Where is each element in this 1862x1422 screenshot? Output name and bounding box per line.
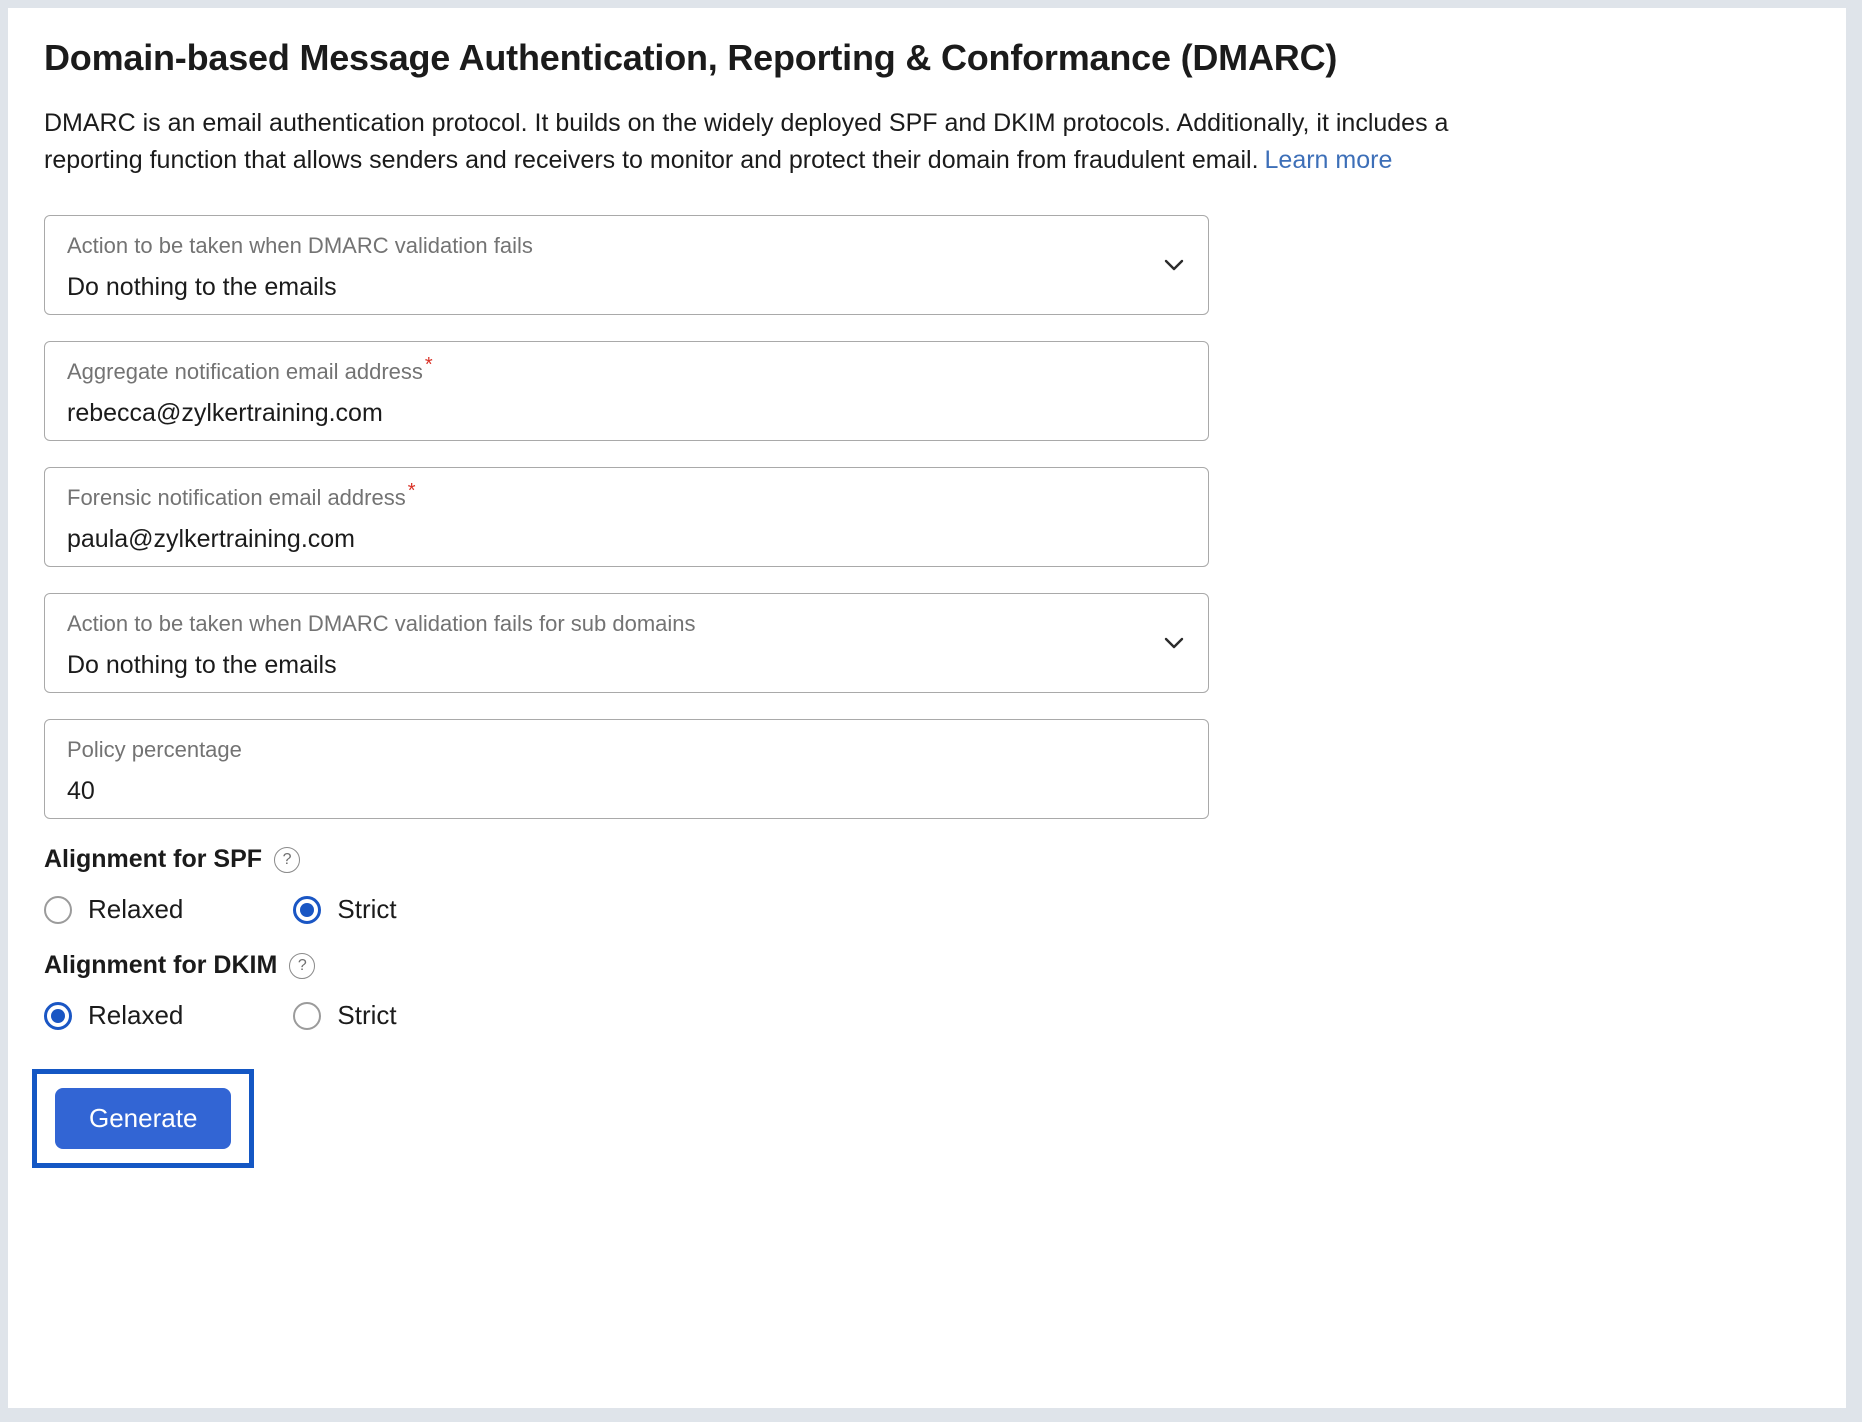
dmarc-fail-action-value: Do nothing to the emails — [67, 273, 337, 302]
dmarc-fail-action-label: Action to be taken when DMARC validation… — [67, 233, 533, 259]
alignment-spf-title: Alignment for SPF ? — [44, 845, 1804, 874]
required-asterisk: * — [407, 479, 416, 502]
policy-percentage-field[interactable]: Policy percentage 40 — [44, 719, 1209, 820]
dmarc-form: Action to be taken when DMARC validation… — [44, 215, 1209, 820]
alignment-dkim-title-text: Alignment for DKIM — [44, 951, 278, 980]
settings-panel: Domain-based Message Authentication, Rep… — [8, 8, 1846, 1408]
aggregate-email-value[interactable]: rebecca@zylkertraining.com — [67, 400, 1130, 428]
alignment-spf-option-relaxed[interactable]: Relaxed — [44, 894, 183, 925]
policy-percentage-value[interactable]: 40 — [67, 778, 1130, 806]
alignment-dkim-option-relaxed-label: Relaxed — [88, 1000, 184, 1031]
page-description: DMARC is an email authentication protoco… — [44, 105, 1524, 179]
chevron-down-icon[interactable] — [1164, 255, 1184, 275]
generate-button-highlight: Generate — [32, 1069, 255, 1168]
dmarc-settings-content: Domain-based Message Authentication, Rep… — [32, 36, 1804, 1168]
aggregate-email-field[interactable]: Aggregate notification email address * re… — [44, 341, 1209, 442]
forensic-email-label-text: Forensic notification email address — [67, 485, 406, 511]
page-description-text: DMARC is an email authentication protoco… — [44, 109, 1449, 175]
dmarc-fail-action-select[interactable]: Action to be taken when DMARC validation… — [44, 215, 1209, 316]
alignment-spf-title-text: Alignment for SPF — [44, 845, 263, 874]
forensic-email-label: Forensic notification email address * — [67, 481, 1186, 511]
forensic-email-field[interactable]: Forensic notification email address * pau… — [44, 467, 1209, 568]
alignment-dkim-option-strict[interactable]: Strict — [293, 1000, 397, 1031]
alignment-dkim-options: Relaxed Strict — [44, 1000, 1804, 1031]
radio-icon-selected[interactable] — [293, 895, 322, 924]
chevron-down-icon[interactable] — [1164, 633, 1184, 653]
learn-more-link[interactable]: Learn more — [1265, 146, 1393, 174]
alignment-spf-option-relaxed-label: Relaxed — [88, 894, 184, 925]
subdomain-fail-action-value: Do nothing to the emails — [67, 651, 337, 680]
subdomain-fail-action-select[interactable]: Action to be taken when DMARC validation… — [44, 593, 1209, 694]
forensic-email-value[interactable]: paula@zylkertraining.com — [67, 526, 1130, 554]
alignment-spf-options: Relaxed Strict — [44, 894, 1804, 925]
alignment-spf-option-strict-label: Strict — [337, 894, 397, 925]
required-asterisk: * — [424, 353, 433, 376]
alignment-spf-option-strict[interactable]: Strict — [293, 894, 397, 925]
generate-button[interactable]: Generate — [55, 1088, 232, 1149]
alignment-dkim-option-relaxed[interactable]: Relaxed — [44, 1000, 183, 1031]
radio-icon-selected[interactable] — [44, 1001, 72, 1030]
policy-percentage-label: Policy percentage — [67, 737, 242, 763]
help-icon[interactable]: ? — [289, 952, 316, 979]
subdomain-fail-action-label: Action to be taken when DMARC validation… — [67, 611, 696, 637]
alignment-spf-group: Alignment for SPF ? Relaxed Strict — [44, 845, 1804, 925]
radio-icon[interactable] — [293, 1001, 322, 1030]
alignment-dkim-group: Alignment for DKIM ? Relaxed Strict — [44, 951, 1804, 1031]
aggregate-email-label: Aggregate notification email address * — [67, 355, 1186, 385]
alignment-dkim-option-strict-label: Strict — [337, 1000, 397, 1031]
alignment-dkim-title: Alignment for DKIM ? — [44, 951, 1804, 980]
aggregate-email-label-text: Aggregate notification email address — [67, 359, 423, 385]
help-icon[interactable]: ? — [274, 846, 301, 873]
radio-icon[interactable] — [44, 895, 72, 924]
page-title: Domain-based Message Authentication, Rep… — [44, 37, 1338, 78]
